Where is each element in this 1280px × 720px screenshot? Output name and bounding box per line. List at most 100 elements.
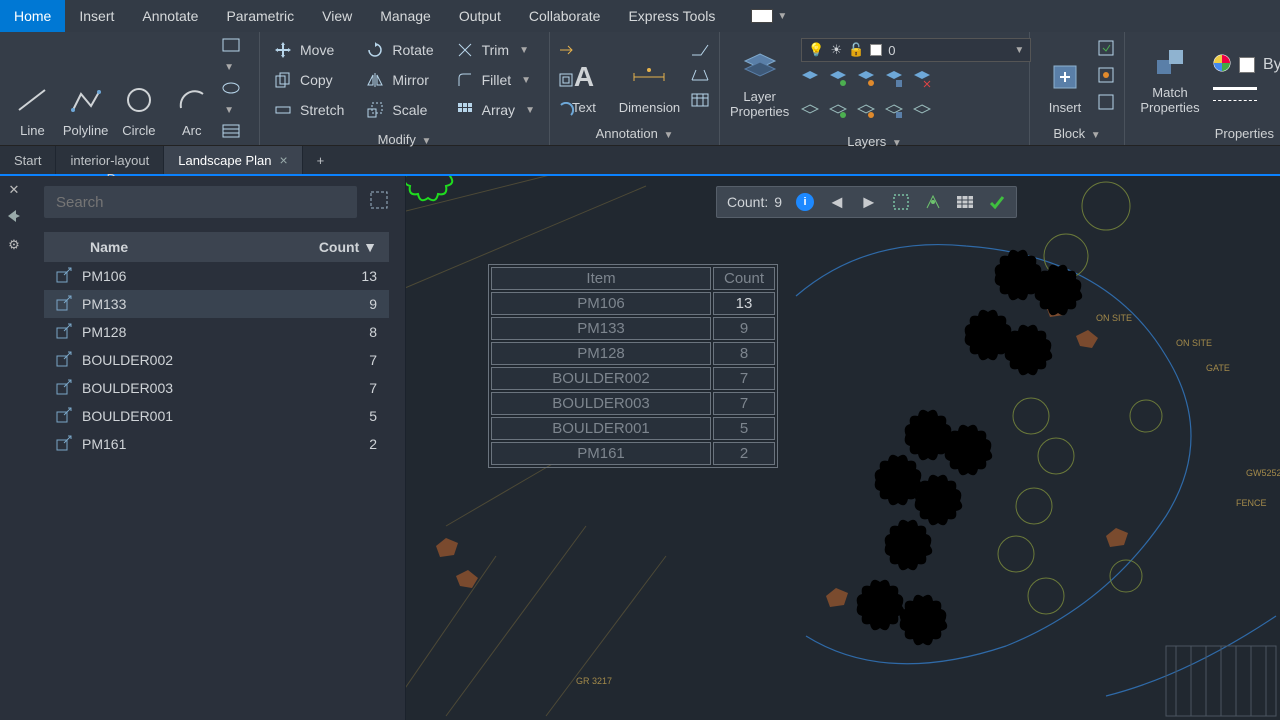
menu-swatch[interactable]: ▼	[729, 0, 801, 32]
menu-view[interactable]: View	[308, 0, 366, 32]
menu-output[interactable]: Output	[445, 0, 515, 32]
canvas-table-row[interactable]: PM10613	[491, 292, 775, 315]
palette-settings-icon[interactable]: ⚙	[8, 237, 20, 253]
dimension-button[interactable]: Dimension	[616, 39, 683, 115]
layer-tool-6[interactable]	[801, 101, 819, 124]
block-tool-3[interactable]	[1098, 94, 1114, 115]
palette-row[interactable]: BOULDER0015	[44, 402, 389, 430]
panel-properties: Match Properties ByLayer Properties	[1125, 32, 1280, 145]
palette-row[interactable]: PM1288	[44, 318, 389, 346]
count-value: 9	[774, 194, 782, 210]
layer-tool-5[interactable]	[913, 70, 931, 93]
match-properties-button[interactable]: Match Properties	[1135, 39, 1205, 115]
next-arrow-icon[interactable]: ►	[860, 192, 878, 213]
layer-properties-button[interactable]: Layer Properties	[730, 43, 789, 119]
move-button[interactable]: Move	[270, 38, 348, 62]
layer-tool-3[interactable]	[857, 70, 875, 93]
canvas-table-row[interactable]: BOULDER0027	[491, 367, 775, 390]
scale-button[interactable]: Scale	[362, 98, 437, 122]
fillet-button[interactable]: Fillet▼	[452, 68, 539, 92]
palette-row[interactable]: BOULDER0037	[44, 374, 389, 402]
search-input[interactable]	[44, 186, 357, 218]
panel-title-layers: Layers ▼	[720, 130, 1029, 153]
polyline-button[interactable]: Polyline	[63, 62, 109, 138]
linetype-swatch[interactable]	[1213, 100, 1257, 101]
zoom-extents-icon[interactable]	[892, 193, 910, 211]
layer-tool-7[interactable]	[829, 101, 847, 124]
ellipse-icon[interactable]: ▼	[222, 81, 249, 118]
layer-tool-2[interactable]	[829, 70, 847, 93]
palette-row[interactable]: BOULDER0027	[44, 346, 389, 374]
block-tool-2[interactable]	[1098, 67, 1114, 88]
array-button[interactable]: Array▼	[452, 98, 539, 122]
mirror-button[interactable]: Mirror	[362, 68, 437, 92]
trim-button[interactable]: Trim▼	[452, 38, 539, 62]
leader-icon[interactable]	[691, 43, 709, 62]
svg-text:GATE: GATE	[1206, 363, 1230, 373]
tab-close-icon[interactable]: ×	[279, 152, 287, 168]
layer-tool-8[interactable]	[857, 101, 875, 124]
palette-close-icon[interactable]: ✕	[9, 182, 20, 198]
new-tab-button[interactable]: +	[303, 146, 339, 174]
text-button[interactable]: AText	[560, 39, 608, 115]
layer-tool-9[interactable]	[885, 101, 903, 124]
menu-manage[interactable]: Manage	[366, 0, 445, 32]
canvas-table-row[interactable]: PM1288	[491, 342, 775, 365]
canvas-th-item: Item	[491, 267, 711, 290]
arc-button[interactable]: Arc	[169, 62, 214, 138]
canvas-th-count: Count	[713, 267, 775, 290]
canvas-count-table[interactable]: ItemCount PM10613PM1339PM1288BOULDER0027…	[488, 264, 778, 468]
menu-parametric[interactable]: Parametric	[212, 0, 308, 32]
layer-tool-1[interactable]	[801, 70, 819, 93]
highlight-icon[interactable]	[924, 193, 942, 211]
panel-block: Insert Block ▼	[1030, 32, 1125, 145]
selection-icon[interactable]	[369, 190, 389, 215]
block-ref-icon	[56, 267, 74, 286]
menu-annotate[interactable]: Annotate	[128, 0, 212, 32]
confirm-icon[interactable]	[988, 193, 1006, 211]
svg-text:GW5252: GW5252	[1246, 468, 1280, 478]
ribbon: LinePolylineCircleArc▼▼▼ Draw ▼ Move Cop…	[0, 32, 1280, 146]
menu-home[interactable]: Home	[0, 0, 65, 32]
stretch-button[interactable]: Stretch	[270, 98, 348, 122]
table-icon[interactable]	[691, 93, 709, 112]
bylayer-label: ByLayer	[1263, 56, 1280, 74]
tab-start[interactable]: Start	[0, 146, 56, 174]
annot-icon-2[interactable]	[691, 68, 709, 87]
color-swatch[interactable]	[1239, 57, 1255, 73]
color-wheel-icon[interactable]	[1213, 54, 1231, 77]
canvas-table-row[interactable]: PM1612	[491, 442, 775, 465]
layer-tool-10[interactable]	[913, 101, 931, 124]
copy-button[interactable]: Copy	[270, 68, 348, 92]
col-count[interactable]: Count ▼	[307, 239, 377, 255]
drawing-canvas[interactable]: GR 3217 ON SITE ON SITE GW5252 FENCE GAT…	[406, 176, 1280, 720]
tab-landscape-plan[interactable]: Landscape Plan×	[164, 146, 302, 174]
col-name[interactable]: Name	[56, 239, 307, 255]
menu-insert[interactable]: Insert	[65, 0, 128, 32]
menu-express-tools[interactable]: Express Tools	[614, 0, 729, 32]
sun-icon: ☀	[830, 42, 842, 58]
svg-text:ON SITE: ON SITE	[1176, 338, 1212, 348]
lineweight-swatch[interactable]	[1213, 87, 1257, 90]
palette-row[interactable]: PM1339	[44, 290, 389, 318]
block-ref-icon	[56, 295, 74, 314]
canvas-table-row[interactable]: BOULDER0037	[491, 392, 775, 415]
canvas-table-row[interactable]: BOULDER0015	[491, 417, 775, 440]
palette-row[interactable]: PM1612	[44, 430, 389, 458]
info-icon[interactable]: i	[796, 193, 814, 211]
insert-button[interactable]: Insert	[1040, 39, 1090, 115]
rect-icon[interactable]: ▼	[222, 38, 249, 75]
rotate-button[interactable]: Rotate	[362, 38, 437, 62]
block-tool-1[interactable]	[1098, 40, 1114, 61]
prev-arrow-icon[interactable]: ◄	[828, 192, 846, 213]
menu-collaborate[interactable]: Collaborate	[515, 0, 615, 32]
palette-row[interactable]: PM10613	[44, 262, 389, 290]
layer-tool-4[interactable]	[885, 70, 903, 93]
tab-interior-layout[interactable]: interior-layout	[56, 146, 164, 174]
layer-dropdown[interactable]: 💡 ☀ 🔓 0 ▼	[801, 38, 1031, 62]
palette-pin-icon[interactable]	[8, 210, 20, 225]
line-button[interactable]: Line	[10, 62, 55, 138]
canvas-table-row[interactable]: PM1339	[491, 317, 775, 340]
circle-button[interactable]: Circle	[116, 62, 161, 138]
insert-table-icon[interactable]	[956, 193, 974, 211]
